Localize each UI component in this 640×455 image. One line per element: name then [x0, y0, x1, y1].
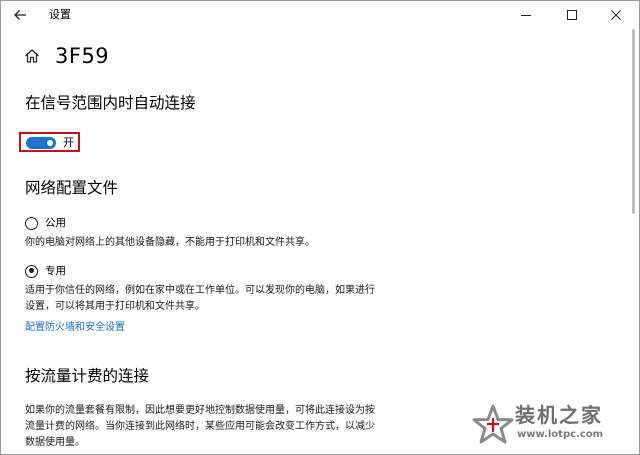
back-arrow-icon — [14, 10, 26, 20]
metered-description: 如果你的流量套餐有限制，因此想要更好地控制数据使用量，可将此连接设为按流量计费的… — [25, 405, 375, 448]
radio-public-label: 公用 — [45, 217, 66, 229]
public-description: 你的电脑对网络上的其他设备隐藏，不能用于打印机和文件共享。 — [25, 237, 315, 248]
toggle-knob — [47, 140, 53, 146]
network-profile-heading: 网络配置文件 — [25, 179, 119, 197]
radio-public[interactable]: 公用 — [25, 215, 66, 231]
window-title: 设置 — [49, 8, 71, 21]
radio-public-circle[interactable] — [25, 216, 38, 230]
auto-connect-heading: 在信号范围内时自动连接 — [25, 94, 196, 112]
watermark: 装机之家 www.lotpc.com — [471, 399, 636, 451]
watermark-name: 装机之家 — [515, 403, 603, 427]
radio-private-circle[interactable] — [25, 264, 38, 278]
toggle-state-label: 开 — [63, 136, 74, 149]
private-description: 适用于你信任的网络，例如在家中或在工作单位。可以发现你的电脑，如果进行设置，可以… — [25, 285, 375, 312]
metered-connection-heading: 按流量计费的连接 — [25, 367, 150, 385]
minimize-button[interactable] — [503, 1, 549, 29]
star-logo-icon — [472, 404, 514, 444]
firewall-settings-link[interactable]: 配置防火墙和安全设置 — [25, 321, 125, 335]
maximize-icon — [567, 10, 577, 20]
settings-window: 设置 3F59 在信号范围内时自动连接 开 网络配置文件 公用 你的电脑对网络上… — [0, 0, 640, 455]
maximize-button[interactable] — [549, 1, 595, 29]
title-bar: 设置 — [1, 1, 639, 29]
scrollbar[interactable] — [632, 29, 635, 214]
radio-selected-dot — [28, 268, 34, 274]
auto-connect-toggle-highlight: 开 — [19, 132, 80, 152]
page-title: 3F59 — [55, 44, 110, 68]
auto-connect-toggle[interactable] — [26, 137, 56, 149]
radio-private[interactable]: 专用 — [25, 263, 66, 279]
back-button[interactable] — [11, 6, 29, 24]
home-icon — [25, 49, 39, 63]
minimize-icon — [521, 15, 531, 16]
close-icon — [611, 10, 621, 20]
home-button[interactable] — [23, 47, 41, 65]
watermark-url: www.lotpc.com — [517, 429, 604, 440]
radio-private-label: 专用 — [45, 265, 66, 277]
close-button[interactable] — [593, 1, 639, 29]
